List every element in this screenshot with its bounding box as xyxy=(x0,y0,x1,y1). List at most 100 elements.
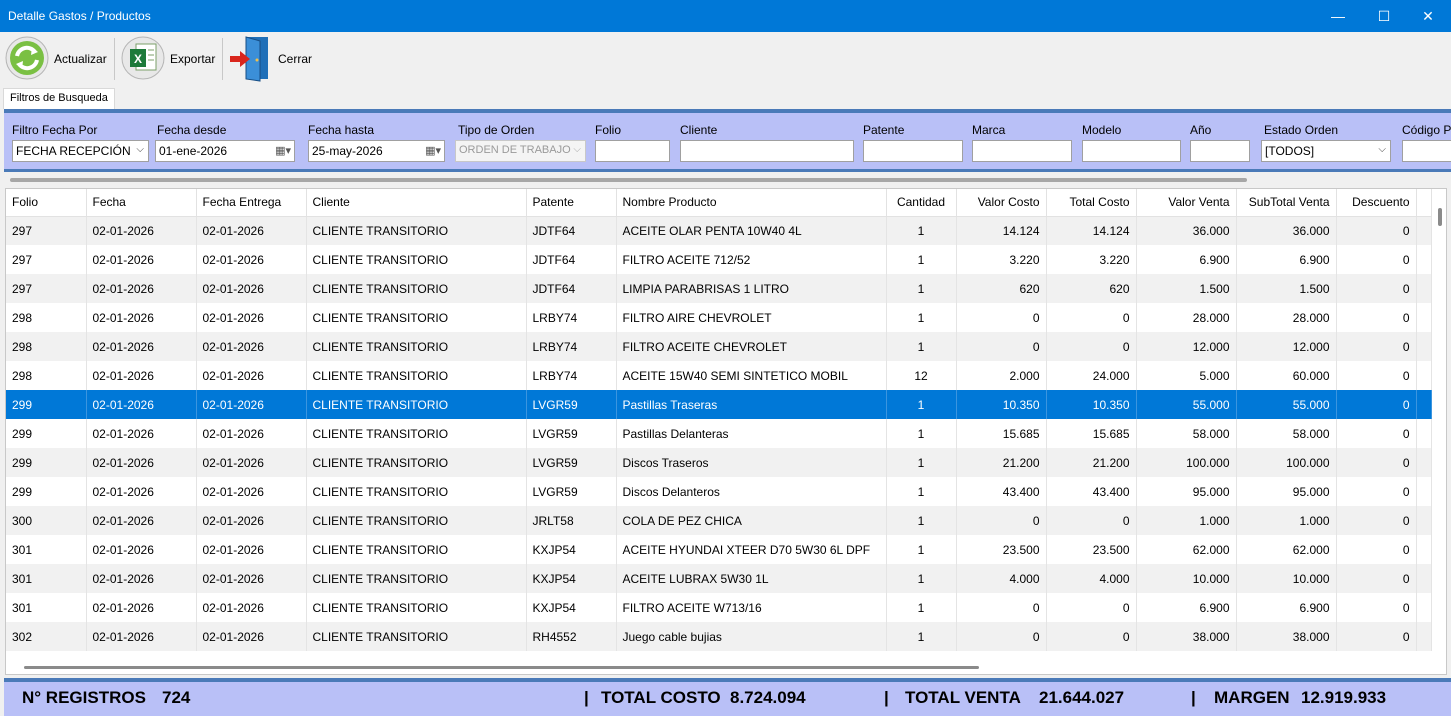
order-status-select[interactable]: [TODOS] ⌵ xyxy=(1261,140,1391,162)
year-input[interactable] xyxy=(1190,140,1250,162)
cell-patente: LRBY74 xyxy=(526,303,617,332)
cell-descuento: 0 xyxy=(1336,593,1417,622)
col-header-valor-venta[interactable]: Valor Venta xyxy=(1136,189,1237,217)
filter-date-by-label: Filtro Fecha Por xyxy=(12,123,98,137)
col-header-cliente[interactable]: Cliente xyxy=(306,189,527,217)
brand-input[interactable] xyxy=(972,140,1072,162)
tab-strip: Filtros de Busqueda xyxy=(0,87,1451,109)
cell-total-costo: 21.200 xyxy=(1046,448,1137,477)
cell-filler xyxy=(1416,390,1432,419)
cell-subtotal-venta: 62.000 xyxy=(1236,535,1337,564)
table-row[interactable]: 297 02-01-2026 02-01-2026 CLIENTE TRANSITOR… xyxy=(6,216,1432,245)
products-grid: Folio Fecha Fecha Entrega Cliente Patent… xyxy=(5,188,1447,675)
cell-folio: 297 xyxy=(6,274,87,303)
table-row[interactable]: 298 02-01-2026 02-01-2026 CLIENTE TRANSITOR… xyxy=(6,303,1432,332)
table-row[interactable]: 301 02-01-2026 02-01-2026 CLIENTE TRANSITOR… xyxy=(6,564,1432,593)
col-header-patente[interactable]: Patente xyxy=(526,189,617,217)
cell-filler xyxy=(1416,593,1432,622)
col-header-valor-costo[interactable]: Valor Costo xyxy=(956,189,1047,217)
table-row[interactable]: 298 02-01-2026 02-01-2026 CLIENTE TRANSITOR… xyxy=(6,361,1432,390)
cell-total-costo: 4.000 xyxy=(1046,564,1137,593)
cell-subtotal-venta: 6.900 xyxy=(1236,245,1337,274)
exit-door-icon xyxy=(228,34,272,85)
col-header-nombre-producto[interactable]: Nombre Producto xyxy=(616,189,887,217)
table-row[interactable]: 297 02-01-2026 02-01-2026 CLIENTE TRANSITOR… xyxy=(6,274,1432,303)
close-button[interactable]: Cerrar xyxy=(228,35,312,83)
cell-subtotal-venta: 58.000 xyxy=(1236,419,1337,448)
horizontal-scrollbar-thumb[interactable] xyxy=(24,666,979,669)
client-input[interactable] xyxy=(680,140,854,162)
table-row[interactable]: 300 02-01-2026 02-01-2026 CLIENTE TRANSITOR… xyxy=(6,506,1432,535)
table-row[interactable]: 301 02-01-2026 02-01-2026 CLIENTE TRANSITOR… xyxy=(6,535,1432,564)
cell-fecha: 02-01-2026 xyxy=(86,361,197,390)
col-header-subtotal-venta[interactable]: SubTotal Venta xyxy=(1236,189,1337,217)
cell-folio: 299 xyxy=(6,477,87,506)
table-row[interactable]: 298 02-01-2026 02-01-2026 CLIENTE TRANSITOR… xyxy=(6,332,1432,361)
table-row[interactable]: 302 02-01-2026 02-01-2026 CLIENTE TRANSITOR… xyxy=(6,622,1432,651)
cell-valor-costo: 0 xyxy=(956,593,1047,622)
filter-date-by-select[interactable]: FECHA RECEPCIÓN ⌵ xyxy=(12,140,149,162)
table-row[interactable]: 299 02-01-2026 02-01-2026 CLIENTE TRANSITOR… xyxy=(6,448,1432,477)
cell-fecha-entrega: 02-01-2026 xyxy=(196,303,307,332)
col-header-fecha-entrega[interactable]: Fecha Entrega xyxy=(196,189,307,217)
order-type-value: ORDEN DE TRABAJO xyxy=(459,144,571,156)
col-header-cantidad[interactable]: Cantidad xyxy=(886,189,957,217)
col-header-descuento[interactable]: Descuento xyxy=(1336,189,1417,217)
filter-horizontal-scrollbar[interactable] xyxy=(10,178,1247,182)
cell-cantidad: 1 xyxy=(886,477,957,506)
model-input[interactable] xyxy=(1082,140,1181,162)
cell-total-costo: 24.000 xyxy=(1046,361,1137,390)
cell-fecha-entrega: 02-01-2026 xyxy=(196,216,307,245)
date-to-value: 25-may-2026 xyxy=(312,144,383,158)
cell-cantidad: 12 xyxy=(886,361,957,390)
cell-filler xyxy=(1416,535,1432,564)
cell-folio: 298 xyxy=(6,361,87,390)
plate-input[interactable] xyxy=(863,140,963,162)
cell-producto: COLA DE PEZ CHICA xyxy=(616,506,887,535)
close-window-button[interactable]: ✕ xyxy=(1405,0,1451,32)
table-row[interactable]: 297 02-01-2026 02-01-2026 CLIENTE TRANSITOR… xyxy=(6,245,1432,274)
cell-subtotal-venta: 60.000 xyxy=(1236,361,1337,390)
cell-valor-costo: 0 xyxy=(956,622,1047,651)
minimize-button[interactable]: — xyxy=(1315,0,1361,32)
cell-total-costo: 3.220 xyxy=(1046,245,1137,274)
cell-valor-venta: 100.000 xyxy=(1136,448,1237,477)
date-from-picker[interactable]: 01-ene-2026 ▦▾ xyxy=(155,140,295,162)
product-code-input[interactable] xyxy=(1402,140,1451,162)
maximize-button[interactable]: ☐ xyxy=(1361,0,1407,32)
cell-cliente: CLIENTE TRANSITORIO xyxy=(306,303,527,332)
cell-valor-costo: 23.500 xyxy=(956,535,1047,564)
cell-producto: ACEITE 15W40 SEMI SINTETICO MOBIL xyxy=(616,361,887,390)
calendar-icon: ▦▾ xyxy=(425,145,441,157)
export-button[interactable]: X Exportar xyxy=(120,35,215,83)
cell-subtotal-venta: 100.000 xyxy=(1236,448,1337,477)
cell-fecha-entrega: 02-01-2026 xyxy=(196,593,307,622)
col-header-folio[interactable]: Folio xyxy=(6,189,87,217)
vertical-scrollbar-thumb[interactable] xyxy=(1438,208,1442,226)
cell-cliente: CLIENTE TRANSITORIO xyxy=(306,361,527,390)
table-row[interactable]: 299 02-01-2026 02-01-2026 CLIENTE TRANSITOR… xyxy=(6,419,1432,448)
table-row[interactable]: 301 02-01-2026 02-01-2026 CLIENTE TRANSITOR… xyxy=(6,593,1432,622)
cell-patente: KXJP54 xyxy=(526,535,617,564)
table-row[interactable]: 299 02-01-2026 02-01-2026 CLIENTE TRANSITOR… xyxy=(6,390,1432,419)
cell-producto: ACEITE OLAR PENTA 10W40 4L xyxy=(616,216,887,245)
tab-filtros[interactable]: Filtros de Busqueda xyxy=(3,88,115,109)
refresh-button[interactable]: Actualizar xyxy=(4,35,107,83)
date-to-picker[interactable]: 25-may-2026 ▦▾ xyxy=(308,140,445,162)
cell-valor-costo: 0 xyxy=(956,506,1047,535)
refresh-label: Actualizar xyxy=(54,52,107,66)
folio-input[interactable] xyxy=(595,140,670,162)
cell-fecha-entrega: 02-01-2026 xyxy=(196,448,307,477)
cell-cantidad: 1 xyxy=(886,535,957,564)
cell-valor-costo: 620 xyxy=(956,274,1047,303)
cell-producto: ACEITE HYUNDAI XTEER D70 5W30 6L DPF xyxy=(616,535,887,564)
col-header-fecha[interactable]: Fecha xyxy=(86,189,197,217)
maximize-icon: ☐ xyxy=(1377,7,1391,24)
title-bar: Detalle Gastos / Productos — ☐ ✕ xyxy=(0,0,1451,32)
cell-cliente: CLIENTE TRANSITORIO xyxy=(306,535,527,564)
table-row[interactable]: 299 02-01-2026 02-01-2026 CLIENTE TRANSITOR… xyxy=(6,477,1432,506)
col-header-total-costo[interactable]: Total Costo xyxy=(1046,189,1137,217)
cell-valor-costo: 0 xyxy=(956,303,1047,332)
order-type-select[interactable]: ORDEN DE TRABAJO ⌵ xyxy=(455,140,586,162)
cell-fecha: 02-01-2026 xyxy=(86,622,197,651)
